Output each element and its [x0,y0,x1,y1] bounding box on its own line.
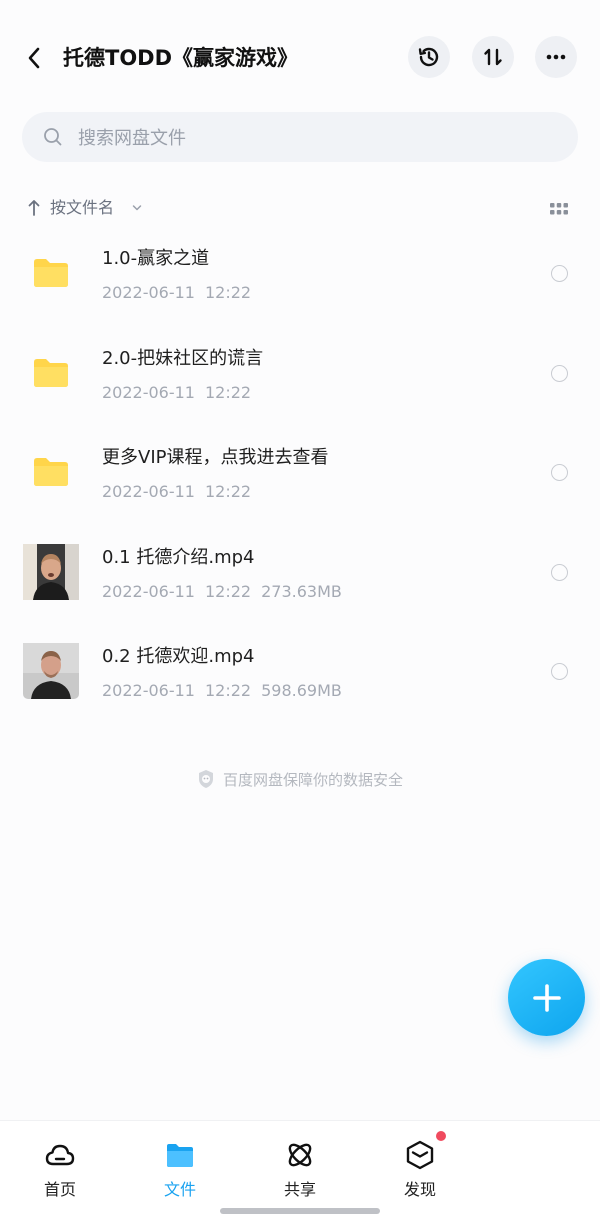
security-text: 百度网盘保障你的数据安全 [222,770,403,789]
shield-icon [198,770,213,788]
tab-discover[interactable]: 发现 [380,1131,460,1203]
search-input[interactable]: 搜索网盘文件 [78,124,186,150]
file-time: 12:22 [204,283,252,302]
file-date: 2022-06-11 [102,581,195,601]
search-bar[interactable]: 搜索网盘文件 [22,112,578,162]
video-thumbnail [23,643,79,699]
file-meta: 2022-06-11 12:22 598.69MB [102,679,352,703]
file-date: 2022-06-11 [102,482,195,501]
file-list: 1.0-赢家之道 2022-06-11 12:22 2.0-把妹社区的谎言 202… [0,225,600,723]
file-date: 2022-06-11 [102,382,195,402]
atom-icon [288,1143,312,1167]
tab-label: 文件 [163,1180,196,1199]
search-icon [42,126,64,148]
cloud-icon [45,1144,75,1166]
file-meta: 2022-06-11 12:22 [102,281,261,305]
chevron-left-icon [28,47,40,69]
sort-bar: 按文件名 [0,192,600,224]
file-time: 12:22 [204,681,252,700]
file-meta: 2022-06-11 12:22 273.63MB [102,580,352,604]
file-time: 12:22 [204,482,252,501]
page-title: 托德TODD《赢家游戏》 [63,46,299,70]
tab-label: 共享 [283,1180,316,1199]
folder-icon [34,259,68,287]
file-size: 273.63MB [261,581,342,601]
file-time: 12:22 [204,382,252,402]
grid-view-icon[interactable] [549,201,569,217]
select-checkbox[interactable] [551,464,568,481]
tab-label: 首页 [43,1180,76,1199]
file-meta: 2022-06-11 12:22 [102,480,261,504]
arrow-up-icon[interactable] [26,198,42,218]
folder-icon [167,1144,193,1167]
notification-dot [436,1131,446,1141]
file-name: 0.1 托德介绍.mp4 [102,546,255,568]
file-date: 2022-06-11 [102,283,195,302]
add-button[interactable] [508,959,585,1036]
back-button[interactable] [18,42,50,74]
tab-files[interactable]: 文件 [140,1139,220,1203]
file-name: 更多VIP课程，点我进去查看 [102,447,329,468]
history-icon [418,47,439,67]
file-meta: 2022-06-11 12:22 [102,381,261,405]
more-dots-icon [546,54,566,60]
file-time: 12:22 [204,581,252,601]
folder-icon [34,458,68,486]
security-note: 百度网盘保障你的数据安全 [0,766,600,792]
sort-label[interactable]: 按文件名 [50,196,114,220]
tab-share[interactable]: 共享 [260,1139,340,1203]
file-name: 0.2 托德欢迎.mp4 [102,646,255,667]
cube-icon [406,1140,434,1170]
select-checkbox[interactable] [551,364,568,382]
more-button[interactable] [535,36,577,78]
select-checkbox[interactable] [551,563,568,581]
plus-icon [532,983,561,1012]
chevron-down-icon[interactable] [131,202,143,214]
history-button[interactable] [408,36,450,78]
file-date: 2022-06-11 [102,681,195,700]
select-checkbox[interactable] [551,265,568,282]
folder-icon [34,358,68,387]
file-size: 598.69MB [261,681,342,700]
top-bar: 托德TODD《赢家游戏》 [0,28,600,88]
list-item[interactable]: 1.0-赢家之道 2022-06-11 12:22 [0,225,600,325]
home-indicator[interactable] [220,1208,380,1214]
list-item[interactable]: 更多VIP课程，点我进去查看 2022-06-11 12:22 [0,424,600,524]
list-item[interactable]: 0.2 托德欢迎.mp4 2022-06-11 12:22 598.69MB [0,623,600,723]
file-name: 1.0-赢家之道 [102,248,210,269]
bottom-tab-bar: 首页 文件 共享 发现 [0,1120,600,1222]
tab-label: 发现 [403,1180,436,1199]
file-name: 2.0-把妹社区的谎言 [102,347,264,369]
video-thumbnail [23,543,79,600]
transfer-icon [484,48,502,66]
tab-home[interactable]: 首页 [20,1139,100,1203]
list-item[interactable]: 0.1 托德介绍.mp4 2022-06-11 12:22 273.63MB [0,524,600,624]
transfer-button[interactable] [472,36,514,78]
select-checkbox[interactable] [551,663,568,680]
list-item[interactable]: 2.0-把妹社区的谎言 2022-06-11 12:22 [0,325,600,425]
